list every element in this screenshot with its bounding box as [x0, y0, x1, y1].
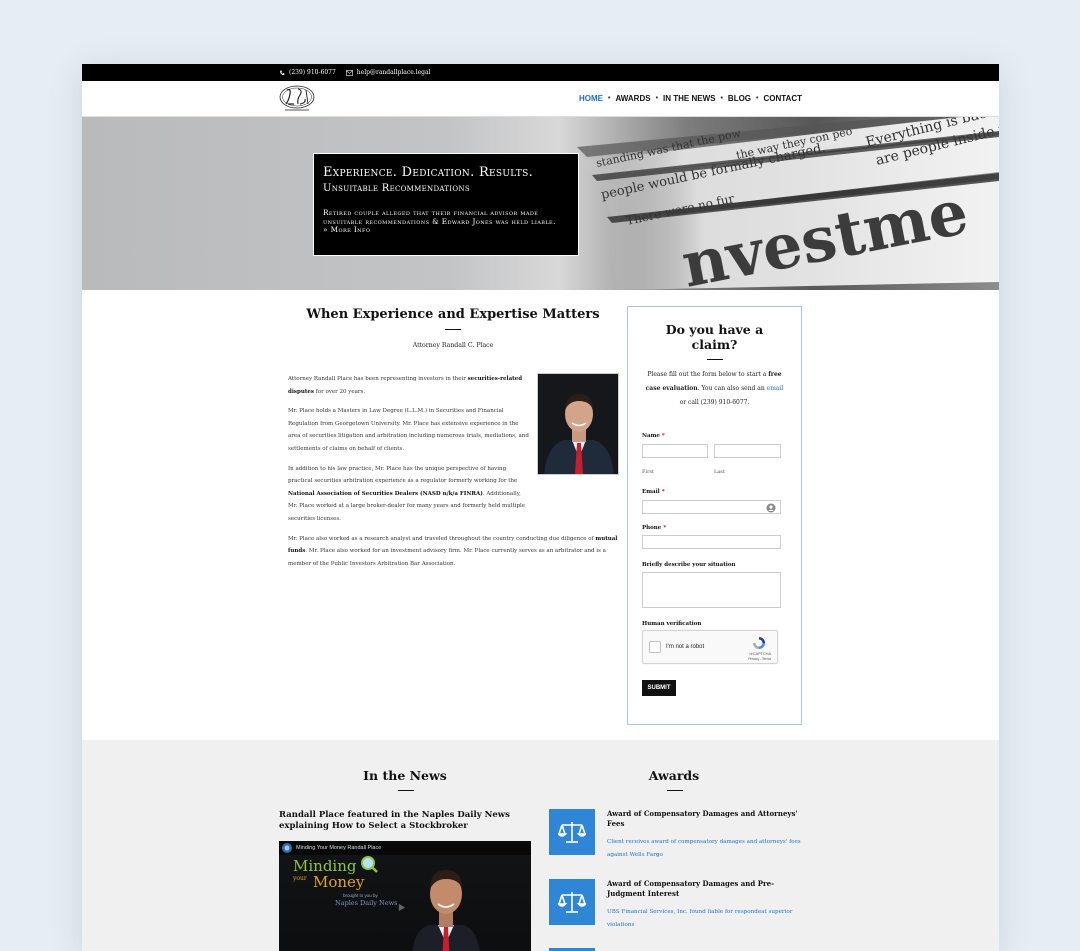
attorney-name: Attorney Randall C. Place [412, 342, 494, 349]
heading-divider [445, 329, 461, 330]
name-label: Name * [642, 433, 665, 439]
claim-intro: Please fill out the form below to start … [645, 371, 784, 406]
site-header: HOME • AWARDS • IN THE NEWS • BLOG • CON… [82, 81, 999, 117]
awards-title: Awards [648, 768, 700, 783]
bio-paragraph: Mr. Place also worked as a research anal… [288, 535, 618, 567]
main-content: When Experience and Expertise Matters At… [82, 290, 999, 740]
hero-subtitle: Unsuitable Recommendations [323, 183, 470, 194]
email-label: Email * [642, 489, 665, 495]
phone-link[interactable]: (239) 910-6077 [279, 69, 336, 76]
phone-input[interactable] [642, 535, 781, 549]
award-title: Award of Compensatory Damages and Attorn… [607, 809, 798, 828]
last-name-input[interactable] [714, 444, 781, 458]
recaptcha-checkbox[interactable] [649, 641, 661, 653]
award-item[interactable]: Award of Compensatory Damages and Attorn… [549, 809, 804, 859]
channel-avatar-icon [282, 843, 292, 853]
verification-label: Human verification [642, 621, 702, 627]
firm-logo[interactable] [278, 85, 316, 113]
nav-separator: • [655, 95, 659, 102]
about-heading: When Experience and Expertise Matters [306, 307, 600, 322]
nav-separator: • [756, 95, 759, 102]
recaptcha-widget: I'm not a robot reCAPTCHA Privacy - Term… [642, 630, 778, 664]
envelope-icon [345, 69, 353, 76]
hero-caption-box: Experience. Dedication. Results. Unsuita… [313, 153, 579, 256]
verification-group: Human verification I'm not a robot reCAP… [642, 621, 787, 664]
video-logo-text: your [293, 875, 307, 882]
video-sponsor-label: brought to you by [343, 893, 378, 898]
email-input[interactable] [642, 500, 781, 514]
more-info-link[interactable]: » More Info [323, 225, 569, 235]
browser-page: (239) 910-6077 help@randallplace.legal H… [82, 64, 999, 951]
top-contact-bar: (239) 910-6077 help@randallplace.legal [82, 64, 999, 81]
magnifier-icon [361, 856, 378, 873]
video-logo-text: Minding [293, 857, 357, 875]
news-awards-section: In the News Awards Randall Place feature… [82, 740, 999, 951]
email-link[interactable]: email [767, 385, 784, 392]
main-nav: HOME • AWARDS • IN THE NEWS • BLOG • CON… [579, 94, 802, 103]
last-hint: Last [714, 469, 725, 475]
video-title: Minding Your Money Randall Place [296, 845, 382, 851]
claim-divider [706, 359, 723, 360]
hero-description: Retired couple alleged that their financ… [323, 208, 556, 226]
nav-home[interactable]: HOME [579, 94, 603, 103]
news-divider [398, 790, 414, 791]
hero-banner: Everything is back to are people inside … [82, 117, 999, 290]
award-description[interactable]: Client receives award of compensatory da… [607, 836, 802, 862]
news-title: In the News [363, 768, 447, 783]
nav-blog[interactable]: BLOG [728, 94, 751, 103]
first-name-input[interactable] [642, 444, 708, 458]
scales-of-justice-icon [558, 892, 586, 913]
nav-in-the-news[interactable]: IN THE NEWS [663, 94, 715, 103]
award-description[interactable]: UBS Financial Services, Inc. found liabl… [607, 906, 802, 932]
awards-divider [667, 790, 683, 791]
submit-button[interactable]: SUBMIT [642, 680, 676, 696]
nav-separator: • [720, 95, 723, 102]
award-item[interactable]: Award of Compensatory Damages and Pre-Ju… [549, 879, 804, 929]
newspaper-image: Everything is back to are people inside … [577, 117, 999, 290]
recaptcha-brand: reCAPTCHA [749, 652, 771, 656]
nav-contact[interactable]: CONTACT [763, 94, 802, 103]
news-headline[interactable]: Randall Place featured in the Naples Dai… [279, 810, 519, 832]
nav-awards[interactable]: AWARDS [615, 94, 650, 103]
attorney-photo [537, 373, 619, 475]
describe-field-group: Briefly describe your situation [642, 562, 787, 608]
scales-of-justice-icon [558, 822, 586, 843]
award-icon-box [549, 879, 595, 925]
name-field-group: Name * First Last [642, 433, 787, 475]
phone-text: (239) 910-6077 [289, 69, 336, 76]
play-icon[interactable] [397, 903, 406, 912]
hero-title: Experience. Dedication. Results. [323, 165, 534, 180]
first-hint: First [642, 469, 655, 475]
recaptcha-label: I'm not a robot [666, 644, 705, 650]
email-link[interactable]: help@randallplace.legal [345, 69, 431, 76]
award-icon-box [549, 809, 595, 855]
presenter-image [412, 870, 480, 951]
video-logo-text: Money [313, 873, 365, 891]
recaptcha-links[interactable]: Privacy - Terms [748, 657, 771, 661]
phone-field-group: Phone * [642, 525, 787, 549]
phone-label: Phone * [642, 525, 667, 531]
describe-textarea[interactable] [642, 572, 781, 608]
news-video-player[interactable]: Minding Your Money Randall Place Minding… [279, 841, 531, 951]
describe-label: Briefly describe your situation [642, 562, 736, 568]
autofill-icon [766, 503, 776, 513]
email-text: help@randallplace.legal [356, 69, 431, 76]
claim-title: Do you have a claim? [665, 322, 764, 352]
video-sponsor-brand: Naples Daily News [335, 899, 398, 907]
phone-icon [280, 70, 285, 75]
email-field-group: Email * [642, 489, 787, 514]
recaptcha-logo-icon [753, 637, 765, 649]
about-section: When Experience and Expertise Matters At… [288, 290, 619, 577]
award-title: Award of Compensatory Damages and Pre-Ju… [607, 879, 775, 898]
claim-form-panel: Do you have a claim? Please fill out the… [627, 306, 802, 725]
nav-separator: • [607, 95, 611, 102]
